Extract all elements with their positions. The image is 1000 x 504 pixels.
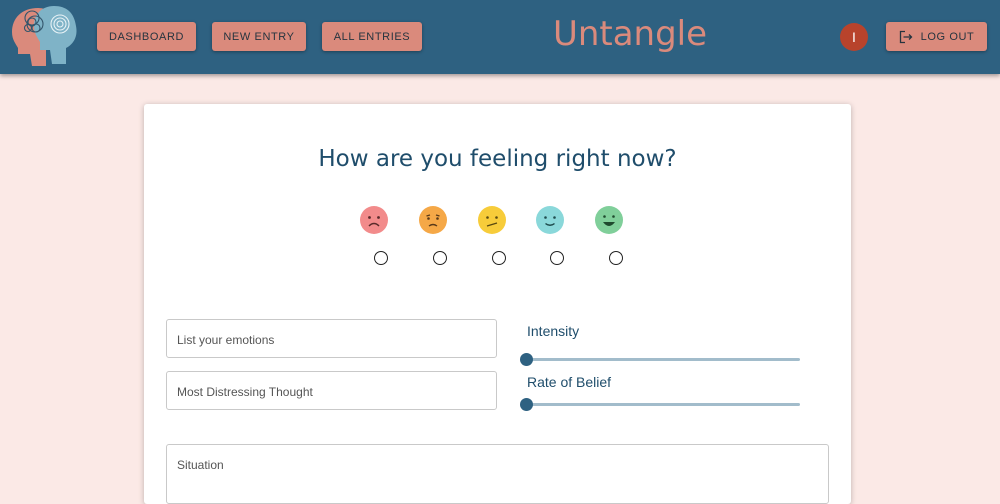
mood-question-heading: How are you feeling right now? [318, 146, 677, 172]
emotions-field[interactable]: List your emotions [166, 319, 497, 358]
mood-radio-neutral[interactable] [492, 251, 506, 265]
mood-radio-smile[interactable] [550, 251, 564, 265]
new-entry-button[interactable]: NEW ENTRY [212, 22, 306, 51]
dashboard-button[interactable]: DASHBOARD [97, 22, 196, 51]
very-sad-face-fill [360, 206, 388, 234]
mood-radio-happy[interactable] [609, 251, 623, 265]
avatar[interactable]: I [840, 23, 868, 51]
distressing-thought-field-placeholder: Most Distressing Thought [177, 385, 313, 399]
situation-field[interactable]: Situation [166, 444, 829, 504]
dashboard-button-label: DASHBOARD [108, 30, 185, 43]
smile-face-icon [535, 205, 565, 235]
mood-radio-very-sad[interactable] [374, 251, 388, 265]
emotions-field-placeholder: List your emotions [177, 333, 275, 347]
belief-slider-track[interactable] [526, 403, 800, 406]
intensity-slider-thumb[interactable] [520, 353, 533, 366]
all-entries-button-label: ALL ENTRIES [333, 30, 411, 43]
app-logo-icon [12, 6, 77, 66]
sad-face-icon [418, 205, 448, 235]
situation-field-placeholder: Situation [177, 458, 224, 472]
top-navbar: DASHBOARD NEW ENTRY ALL ENTRIES Untangle… [0, 0, 1000, 74]
happy-face-icon [594, 205, 624, 235]
logout-button[interactable]: LOG OUT [886, 22, 987, 51]
distressing-thought-field[interactable]: Most Distressing Thought [166, 371, 497, 410]
intensity-label: Intensity [527, 323, 580, 339]
mood-radio-sad[interactable] [433, 251, 447, 265]
neutral-face-icon [477, 205, 507, 235]
logout-button-label: LOG OUT [920, 30, 975, 43]
new-entry-button-label: NEW ENTRY [223, 30, 295, 43]
rate-of-belief-label: Rate of Belief [527, 374, 612, 390]
new-entry-form-card: How are you feeling right now? List your… [144, 104, 851, 504]
all-entries-button[interactable]: ALL ENTRIES [322, 22, 422, 51]
logout-icon [899, 30, 913, 43]
belief-slider-thumb[interactable] [520, 398, 533, 411]
app-title: Untangle [552, 14, 708, 54]
very-sad-face-icon [359, 205, 389, 235]
intensity-slider-track[interactable] [526, 358, 800, 361]
